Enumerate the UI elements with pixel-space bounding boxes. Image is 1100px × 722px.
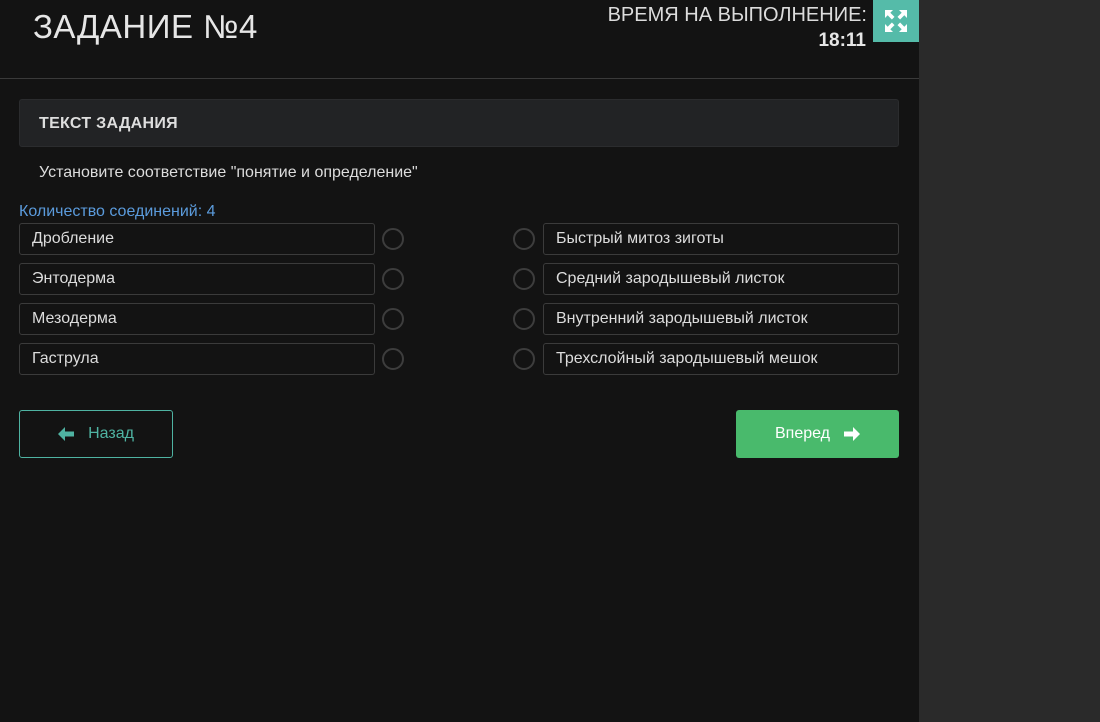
right-connector-dot[interactable] (513, 228, 535, 250)
next-button[interactable]: Вперед (736, 410, 899, 458)
connections-count: Количество соединений: 4 (19, 203, 216, 220)
expand-icon (885, 10, 907, 32)
back-button-label: Назад (88, 425, 134, 442)
arrow-right-icon (844, 427, 860, 441)
task-text-header: ТЕКСТ ЗАДАНИЯ (19, 99, 899, 147)
next-button-label: Вперед (774, 425, 830, 442)
arrow-left-icon (58, 427, 75, 441)
right-item[interactable]: Средний зародышевый листок (543, 263, 899, 295)
left-item[interactable]: Энтодерма (19, 263, 375, 295)
task-title: ЗАДАНИЕ №4 (33, 8, 258, 45)
header: ЗАДАНИЕ №4 ВРЕМЯ НА ВЫПОЛНЕНИЕ: 18:11 (0, 0, 919, 79)
back-button-content: Назад (20, 411, 172, 457)
left-item[interactable]: Дробление (19, 223, 375, 255)
left-item[interactable]: Мезодерма (19, 303, 375, 335)
left-connector-dot[interactable] (382, 348, 404, 370)
right-connector-dot[interactable] (513, 348, 535, 370)
question-text: Установите соответствие "понятие и опред… (39, 164, 418, 181)
left-connector-dot[interactable] (382, 268, 404, 290)
back-button[interactable]: Назад (19, 410, 173, 458)
task-text-title: ТЕКСТ ЗАДАНИЯ (39, 115, 178, 132)
left-connector-dot[interactable] (382, 228, 404, 250)
right-connector-dot[interactable] (513, 308, 535, 330)
right-item[interactable]: Трехслойный зародышевый мешок (543, 343, 899, 375)
fullscreen-button[interactable] (873, 0, 919, 42)
left-connector-dot[interactable] (382, 308, 404, 330)
left-item[interactable]: Гаструла (19, 343, 375, 375)
right-side-panel (919, 0, 1100, 722)
right-item[interactable]: Быстрый митоз зиготы (543, 223, 899, 255)
page: ЗАДАНИЕ №4 ВРЕМЯ НА ВЫПОЛНЕНИЕ: 18:11 ТЕ… (0, 0, 919, 722)
timer-label: ВРЕМЯ НА ВЫПОЛНЕНИЕ: (607, 4, 867, 26)
right-connector-dot[interactable] (513, 268, 535, 290)
timer-value: 18:11 (818, 30, 866, 51)
right-item[interactable]: Внутренний зародышевый листок (543, 303, 899, 335)
next-button-content: Вперед (736, 410, 899, 458)
